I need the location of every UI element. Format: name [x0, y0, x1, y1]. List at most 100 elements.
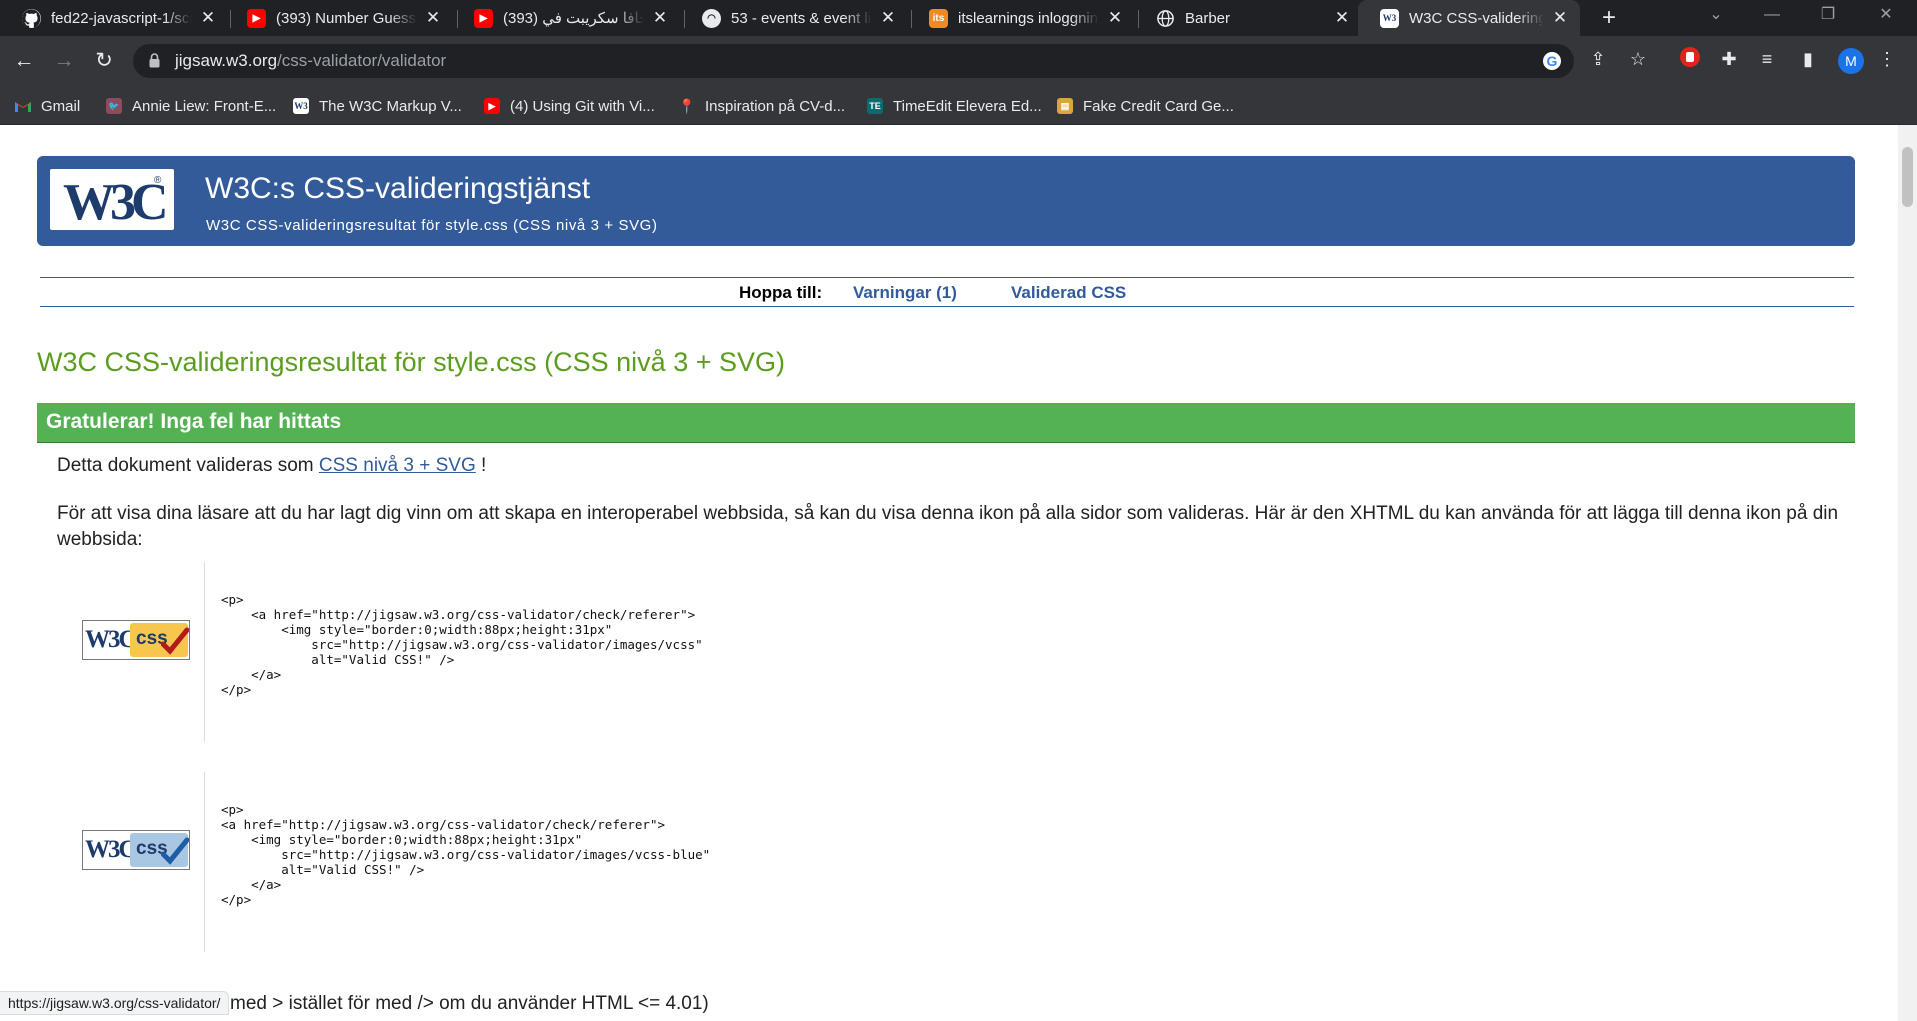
tab-title: fed22-javascript-1/scr	[51, 9, 192, 27]
close-icon[interactable]: ✕	[1332, 8, 1352, 28]
jump-label: Hoppa till:	[739, 283, 823, 302]
bookmark-timeedit[interactable]: TE TimeEdit Elevera Ed...	[867, 94, 1042, 118]
result-heading: W3C CSS-valideringsresultat för style.cs…	[37, 347, 785, 377]
new-tab-button[interactable]: +	[1595, 4, 1623, 32]
timeedit-icon: TE	[867, 98, 883, 114]
code-snippet[interactable]: <p> <a href="http://jigsaw.w3.org/css-va…	[221, 802, 710, 907]
youtube-icon: ▶	[474, 8, 493, 28]
close-icon[interactable]: ✕	[423, 8, 443, 28]
warnings-link[interactable]: Varningar (1)	[853, 283, 957, 303]
bookmark-fake-credit-card[interactable]: ▤ Fake Credit Card Ge...	[1057, 94, 1234, 118]
bookmark-label: TimeEdit Elevera Ed...	[893, 97, 1042, 115]
validated-css-link[interactable]: Validerad CSS	[1011, 283, 1126, 303]
lock-icon	[149, 53, 160, 68]
checkmark-icon	[161, 627, 189, 655]
google-icon[interactable]: G	[1541, 51, 1563, 73]
github-icon	[22, 8, 41, 28]
menu-icon[interactable]: ⋮	[1874, 46, 1900, 72]
tab-title: Barber	[1185, 9, 1231, 27]
w3c-icon: W3	[293, 98, 309, 114]
page-scrollbar[interactable]	[1898, 125, 1917, 1021]
jump-navigation: Hoppa till: Varningar (1) Validerad CSS	[40, 277, 1854, 307]
bookmark-cv-inspiration[interactable]: 📍 Inspiration på CV-d...	[678, 94, 846, 118]
restore-icon[interactable]: ❐	[1800, 0, 1856, 32]
bookmark-gmail[interactable]: Gmail	[15, 94, 80, 118]
profile-avatar[interactable]: M	[1838, 48, 1864, 74]
tab-title: W3C CSS-valideringsre	[1409, 9, 1544, 27]
itslearning-icon: its	[929, 8, 948, 28]
checkmark-icon	[161, 837, 189, 865]
globe-icon	[1156, 9, 1175, 28]
badge-snippet-blue: W3C css <p> <a href="http://jigsaw.w3.or…	[57, 772, 1847, 952]
close-icon[interactable]: ✕	[198, 8, 218, 28]
w3c-logo[interactable]: W3C ®	[50, 169, 174, 231]
bookmark-w3c-markup[interactable]: W3 The W3C Markup V...	[293, 94, 462, 118]
page-title[interactable]: W3C:s CSS-valideringstjänst	[205, 172, 590, 206]
card-icon: ▤	[1057, 98, 1073, 114]
browser-chrome: fed22-javascript-1/scr ✕ ▶ (393) Number …	[0, 0, 1917, 125]
svg-text:G: G	[1547, 53, 1558, 69]
window-close-icon[interactable]: ✕	[1858, 0, 1914, 32]
url-text[interactable]: jigsaw.w3.org/css-validator/validator	[175, 51, 446, 71]
bookmark-label: Inspiration på CV-d...	[705, 97, 846, 115]
tab-github[interactable]: fed22-javascript-1/scr ✕	[0, 0, 228, 36]
tab-title: جافا سكريبت في (393)	[503, 10, 644, 27]
tab-barber[interactable]: Barber ✕	[1134, 0, 1362, 36]
icon-instructions: För att visa dina läsare att du har lagt…	[57, 503, 1839, 550]
bookmark-label: (4) Using Git with Vi...	[510, 97, 655, 115]
bookmark-label: Fake Credit Card Ge...	[1083, 97, 1234, 115]
media-queue-icon[interactable]: ≡	[1754, 46, 1780, 72]
scrollbar-thumb[interactable]	[1902, 147, 1913, 207]
address-bar[interactable]: jigsaw.w3.org/css-validator/validator G	[133, 44, 1574, 78]
close-icon[interactable]: ✕	[1550, 8, 1570, 28]
page-viewport: W3C ® W3C:s CSS-valideringstjänst W3C CSS…	[0, 125, 1898, 1021]
validator-banner: W3C ® W3C:s CSS-valideringstjänst W3C CSS…	[37, 156, 1855, 246]
tab-w3c-validator[interactable]: W3 W3C CSS-valideringsre ✕	[1358, 0, 1580, 36]
badge-snippet-gold: W3C css <p> <a href="http://jigsaw.w3.or…	[57, 562, 1847, 742]
tab-search-icon[interactable]: ⌄	[1688, 0, 1744, 32]
bookmark-label: Annie Liew: Front-E...	[132, 97, 277, 115]
youtube-icon: ▶	[247, 8, 266, 28]
bookmark-git-video[interactable]: ▶ (4) Using Git with Vi...	[484, 94, 655, 118]
tab-itslearning[interactable]: its itslearnings inloggning ✕	[907, 0, 1135, 36]
minimize-icon[interactable]: —	[1744, 0, 1800, 32]
validated-as-text: Detta dokument valideras som CSS nivå 3 …	[57, 455, 487, 476]
status-bar-url: https://jigsaw.w3.org/css-validator/	[0, 991, 230, 1015]
ninja-icon: ◠	[702, 8, 721, 28]
pin-icon: 📍	[678, 97, 696, 114]
toolbar: ← → ↻ jigsaw.w3.org/css-validator/valida…	[0, 36, 1917, 88]
code-snippet[interactable]: <p> <a href="http://jigsaw.w3.org/css-va…	[221, 592, 703, 697]
valid-css-badge-gold[interactable]: W3C css	[82, 620, 190, 660]
bookmark-star-icon[interactable]: ☆	[1625, 46, 1651, 72]
tab-javascript-arabic[interactable]: ▶ جافا سكريبت في (393) ✕	[452, 0, 680, 36]
success-banner: Gratulerar! Inga fel har hittats	[37, 403, 1855, 443]
valid-css-badge-blue[interactable]: W3C css	[82, 830, 190, 870]
forward-icon[interactable]: →	[49, 46, 79, 76]
adblock-icon[interactable]	[1677, 46, 1703, 72]
tab-title: itslearnings inloggning	[958, 9, 1099, 27]
extensions-icon[interactable]: ✚	[1716, 46, 1742, 72]
close-icon[interactable]: ✕	[1105, 8, 1125, 28]
bird-icon: 🐦	[106, 98, 122, 114]
w3c-icon: W3	[1380, 8, 1399, 28]
youtube-icon: ▶	[484, 98, 500, 114]
side-panel-icon[interactable]: ▮	[1795, 46, 1821, 72]
success-message: Gratulerar! Inga fel har hittats	[46, 410, 342, 433]
close-icon[interactable]: ✕	[878, 8, 898, 28]
tab-number-guessing[interactable]: ▶ (393) Number Guessin ✕	[225, 0, 453, 36]
back-icon[interactable]: ←	[9, 46, 39, 76]
bookmarks-bar: Gmail 🐦 Annie Liew: Front-E... W3 The W3…	[0, 88, 1917, 125]
tab-strip: fed22-javascript-1/scr ✕ ▶ (393) Number …	[0, 0, 1917, 36]
css-level-link[interactable]: CSS nivå 3 + SVG	[319, 455, 476, 476]
page-subtitle: W3C CSS-valideringsresultat för style.cs…	[206, 217, 658, 234]
tab-title: 53 - events & event lis	[731, 9, 872, 27]
tab-title: (393) Number Guessin	[276, 9, 417, 27]
bookmark-label: The W3C Markup V...	[319, 97, 462, 115]
tab-events[interactable]: ◠ 53 - events & event lis ✕	[680, 0, 908, 36]
bookmark-annie-liew[interactable]: 🐦 Annie Liew: Front-E...	[106, 94, 276, 118]
share-icon[interactable]: ⇪	[1585, 46, 1611, 72]
gmail-icon	[15, 98, 31, 114]
html-note: med > istället för med /> om du använder…	[230, 993, 709, 1014]
reload-icon[interactable]: ↻	[89, 46, 119, 76]
close-icon[interactable]: ✕	[650, 8, 670, 28]
